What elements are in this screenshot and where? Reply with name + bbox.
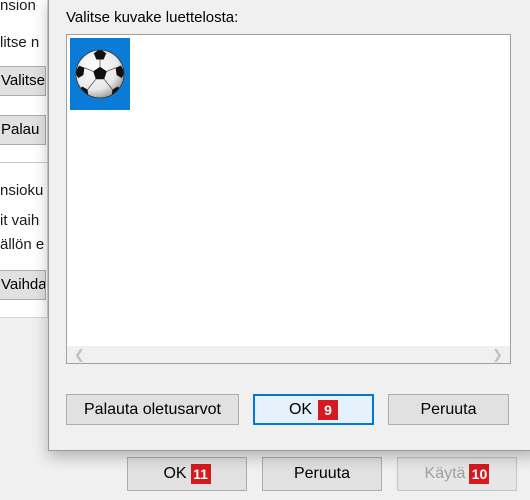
icon-dialog-cancel-button[interactable]: Peruuta <box>388 394 509 425</box>
properties-apply-label: Käytä <box>424 465 466 482</box>
change-icon-button[interactable]: Vaihda <box>0 270 46 300</box>
icon-list-label: Valitse kuvake luettelosta: <box>66 9 239 26</box>
folder-icons-text-line1: it vaih <box>0 212 40 229</box>
screen: nsion litse n Valitse Palau nsioku it va… <box>0 0 530 500</box>
restore-default-button[interactable]: Palau <box>0 115 46 145</box>
callout-badge: 11 <box>190 464 211 484</box>
properties-ok-button[interactable]: OK 11 <box>127 457 247 491</box>
icon-dialog-ok-label: OK <box>288 400 313 418</box>
icon-list-item-selected[interactable] <box>70 38 130 110</box>
change-icon-dialog: Valitse kuvake luettelosta: ❮ ❯ Palauta … <box>48 0 530 451</box>
icon-dialog-cancel-label: Peruuta <box>420 400 477 418</box>
folder-icons-text-line2: ällön e <box>0 236 45 253</box>
icon-dialog-ok-button[interactable]: OK 9 <box>253 394 374 425</box>
separator <box>0 162 48 163</box>
restore-defaults-label: Palauta oletusarvot <box>84 400 221 418</box>
folder-icons-heading: nsioku <box>0 182 44 199</box>
restore-defaults-button[interactable]: Palauta oletusarvot <box>66 394 239 425</box>
scroll-left-icon[interactable]: ❮ <box>71 346 88 363</box>
folder-type-text: nsion <box>0 0 36 14</box>
callout-badge: 9 <box>318 399 339 420</box>
callout-badge: 10 <box>469 464 490 484</box>
properties-cancel-label: Peruuta <box>293 465 351 482</box>
scroll-right-icon[interactable]: ❯ <box>489 346 506 363</box>
horizontal-scrollbar[interactable]: ❮ ❯ <box>67 346 510 363</box>
choose-file-button[interactable]: Valitse <box>0 66 46 96</box>
properties-cancel-button[interactable]: Peruuta <box>262 457 382 491</box>
properties-apply-button[interactable]: Käytä 10 <box>397 457 517 491</box>
choose-picture-text: litse n <box>0 34 40 51</box>
icon-list[interactable]: ❮ ❯ <box>66 34 511 364</box>
properties-ok-label: OK <box>163 465 187 482</box>
soccer-ball-icon <box>75 49 125 99</box>
